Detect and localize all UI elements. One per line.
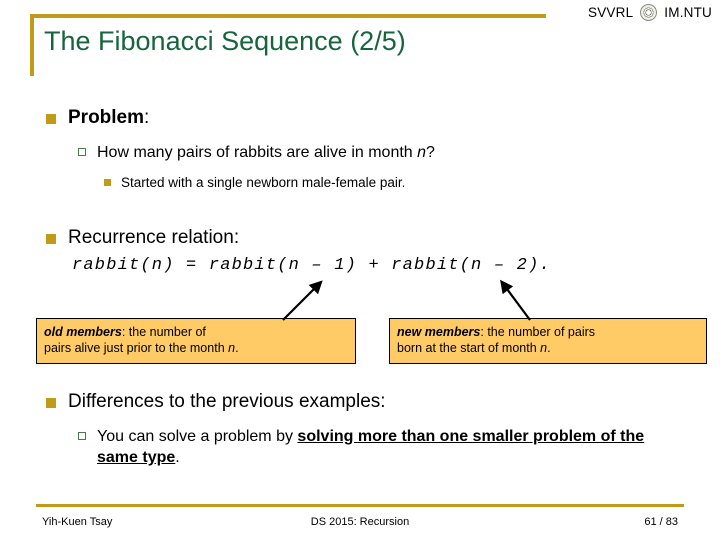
recurrence-heading: Recurrence relation:: [68, 226, 239, 250]
bullet-problem: Problem:: [46, 106, 149, 130]
question-text: How many pairs of rabbits are alive in m…: [97, 142, 435, 163]
question-prefix: How many pairs of rabbits are alive in m…: [97, 144, 418, 161]
callout-old-line1: the number of: [128, 325, 206, 339]
differences-heading: Differences to the previous examples:: [68, 391, 386, 412]
callout-old-separator: :: [121, 325, 129, 339]
bullet-started-note: Started with a single newborn male-femal…: [104, 174, 405, 192]
page-title: The Fibonacci Sequence (2/5): [44, 26, 406, 56]
slide-header: The Fibonacci Sequence (2/5) SVVRL IM.NT…: [0, 0, 720, 92]
bullet-square-icon: [46, 398, 56, 408]
arrow-new-to-term2: [500, 279, 531, 321]
callout-old-term: old members: [44, 325, 122, 339]
callout-new-line1: the number of pairs: [487, 325, 596, 339]
recurrence-colon: :: [233, 227, 240, 248]
title-rule-horizontal: [30, 14, 546, 18]
recurrence-formula: rabbit(n) = rabbit(n – 1) + rabbit(n – 2…: [72, 256, 551, 275]
callout-new-line2-suffix: .: [547, 341, 551, 355]
question-suffix: ?: [426, 144, 435, 161]
problem-label: Problem: [68, 107, 145, 128]
brand-block: SVVRL IM.NTU: [588, 4, 712, 21]
bullet-solve: You can solve a problem by solving more …: [78, 426, 686, 468]
bullet-recurrence: Recurrence relation:: [46, 226, 239, 250]
slide-footer: Yih-Kuen Tsay DS 2015: Recursion 61 / 83: [0, 496, 720, 540]
callout-new-term: new members: [397, 325, 481, 339]
callout-new-line2-prefix: born at the start of month: [397, 341, 541, 355]
footer-rule: [36, 504, 684, 507]
solve-prefix: You can solve a problem by: [97, 428, 298, 445]
bullet-hollow-square-icon: [78, 432, 86, 440]
footer-course: DS 2015: Recursion: [310, 516, 410, 528]
title-rule-vertical: [30, 14, 34, 76]
recurrence-label: Recurrence relation: [68, 227, 234, 248]
callout-old-line2-prefix: pairs alive just prior to the month: [44, 341, 229, 355]
bullet-small-square-icon: [104, 179, 111, 186]
problem-heading: Problem:: [68, 106, 149, 130]
bullet-square-icon: [46, 234, 56, 244]
brand-label-svvrl: SVVRL: [588, 5, 634, 20]
ntu-seal-icon: [640, 4, 658, 21]
solve-text: You can solve a problem by solving more …: [97, 426, 686, 468]
callout-old-line2-suffix: .: [235, 341, 239, 355]
bullet-hollow-square-icon: [78, 148, 86, 156]
bullet-square-icon: [46, 114, 56, 124]
footer-page-number: 61 / 83: [644, 516, 678, 528]
started-note-text: Started with a single newborn male-femal…: [121, 175, 406, 190]
brand-label-imntu: IM.NTU: [664, 5, 712, 20]
question-variable: n: [417, 144, 427, 161]
bullet-differences: Differences to the previous examples:: [46, 390, 386, 414]
problem-colon: :: [144, 107, 150, 128]
bullet-question: How many pairs of rabbits are alive in m…: [78, 142, 435, 163]
callout-new-members: new members: the number of pairs born at…: [389, 318, 707, 364]
callout-old-members: old members: the number of pairs alive j…: [36, 318, 356, 364]
solve-suffix: .: [175, 449, 180, 466]
arrow-old-to-term1: [282, 280, 323, 321]
